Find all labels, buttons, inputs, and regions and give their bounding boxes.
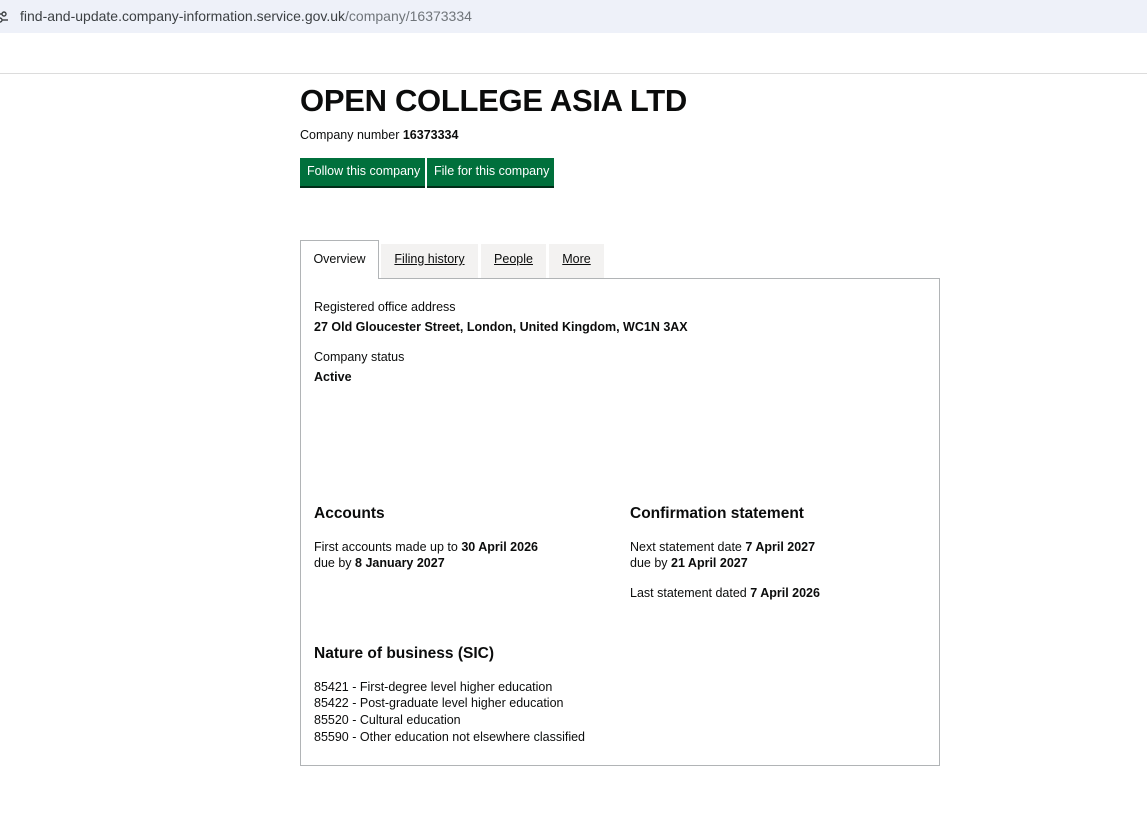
header-divider: [0, 73, 1147, 74]
nature-of-business-heading: Nature of business (SIC): [314, 645, 494, 662]
company-status-label: Company status: [314, 350, 405, 364]
last-statement-dated: Last statement dated 7 April 2026: [630, 585, 820, 601]
accounts-due-date: 8 January 2027: [355, 556, 445, 570]
accounts-line2-prefix: due by: [314, 556, 352, 570]
company-number: Company number 16373334: [300, 128, 458, 142]
last-statement-date-value: 7 April 2026: [750, 586, 820, 600]
tab-filing-history[interactable]: Filing history: [381, 244, 478, 278]
statement-due-date-value: 21 April 2027: [671, 556, 748, 570]
confirmation-statement-heading: Confirmation statement: [630, 505, 804, 522]
url-path: /company/16373334: [345, 8, 472, 24]
next-statement-date: Next statement date 7 April 2027: [630, 539, 815, 555]
company-number-label: Company number: [300, 128, 400, 142]
tab-people[interactable]: People: [481, 244, 546, 278]
tab-overview[interactable]: Overview: [300, 240, 379, 279]
next-statement-prefix: Next statement date: [630, 540, 742, 554]
accounts-heading: Accounts: [314, 505, 385, 522]
statement-due-prefix: due by: [630, 556, 668, 570]
url-host: find-and-update.company-information.serv…: [20, 8, 346, 24]
statement-due-by: due by 21 April 2027: [630, 555, 748, 571]
sic-list-item: 85422 - Post-graduate level higher educa…: [314, 696, 564, 710]
registered-address-label: Registered office address: [314, 300, 456, 314]
browser-url-bar[interactable]: find-and-update.company-information.serv…: [0, 0, 1147, 33]
file-for-company-button[interactable]: File for this company: [427, 158, 554, 186]
follow-company-button[interactable]: Follow this company: [300, 158, 425, 186]
tune-icon[interactable]: [0, 9, 8, 25]
accounts-made-up-date: 30 April 2026: [461, 540, 538, 554]
accounts-made-up-to: First accounts made up to 30 April 2026: [314, 539, 538, 555]
accounts-due-by: due by 8 January 2027: [314, 555, 445, 571]
next-statement-date-value: 7 April 2027: [745, 540, 816, 554]
registered-address-value: 27 Old Gloucester Street, London, United…: [314, 320, 688, 334]
overview-panel: Registered office address 27 Old Glouces…: [300, 278, 940, 766]
sic-list-item: 85590 - Other education not elsewhere cl…: [314, 730, 585, 744]
company-status-value: Active: [314, 370, 352, 384]
url-text[interactable]: find-and-update.company-information.serv…: [20, 8, 472, 24]
accounts-line1-prefix: First accounts made up to: [314, 540, 458, 554]
last-statement-prefix: Last statement dated: [630, 586, 747, 600]
company-number-value: 16373334: [402, 128, 459, 142]
sic-list-item: 85421 - First-degree level higher educat…: [314, 680, 553, 694]
company-name-heading: OPEN COLLEGE ASIA LTD: [300, 83, 687, 118]
tab-more[interactable]: More: [549, 244, 604, 278]
sic-list-item: 85520 - Cultural education: [314, 713, 461, 727]
